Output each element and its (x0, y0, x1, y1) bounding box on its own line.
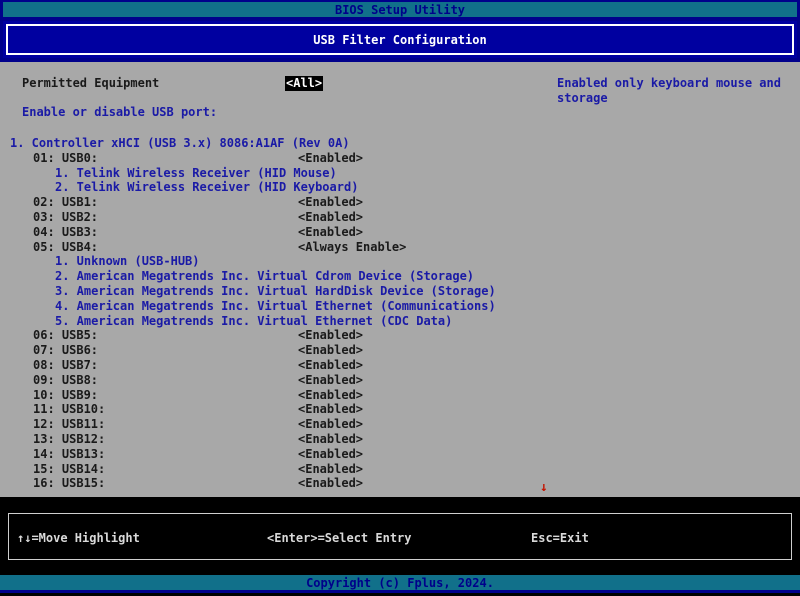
device-row: 1. Telink Wireless Receiver (HID Mouse) (0, 166, 800, 181)
device-row: 2. Telink Wireless Receiver (HID Keyboar… (0, 180, 800, 195)
app-title: BIOS Setup Utility (335, 3, 465, 17)
row-label: 3. American Megatrends Inc. Virtual Hard… (55, 284, 496, 299)
row-label: 1. Controller xHCI (USB 3.x) 8086:A1AF (… (10, 136, 350, 151)
app-title-bar: BIOS Setup Utility (3, 2, 797, 17)
row-label: 1. Unknown (USB-HUB) (55, 254, 200, 269)
controller-row: 1. Controller xHCI (USB 3.x) 8086:A1AF (… (0, 136, 800, 151)
copyright-text: Copyright (c) Fplus, 2024. (306, 576, 494, 590)
row-value[interactable]: <Enabled> (298, 388, 363, 403)
row-value[interactable]: <Enabled> (298, 210, 363, 225)
key-hints-bar: ↑↓=Move Highlight <Enter>=Select Entry E… (0, 497, 800, 575)
row-value[interactable]: <Enabled> (298, 462, 363, 477)
row-value[interactable]: <Enabled> (298, 447, 363, 462)
header: BIOS Setup Utility USB Filter Configurat… (0, 0, 800, 62)
scroll-down-arrow-icon[interactable]: ↓ (540, 481, 548, 494)
permitted-equipment-value[interactable]: <All> (285, 76, 323, 91)
row-value[interactable]: <Always Enable> (298, 240, 406, 255)
row-value[interactable]: <Enabled> (298, 476, 363, 491)
device-row: 4. American Megatrends Inc. Virtual Ethe… (0, 299, 800, 314)
row-label: 1. Telink Wireless Receiver (HID Mouse) (55, 166, 337, 181)
row-value[interactable]: <Enabled> (298, 151, 363, 166)
usb-port-row[interactable]: 11: USB10: <Enabled> (0, 402, 800, 417)
main-panel: Permitted Equipment <All> Enabled only k… (0, 62, 800, 497)
usb-port-row[interactable]: 16: USB15: <Enabled> (0, 476, 800, 491)
usb-port-row[interactable]: 06: USB5: <Enabled> (0, 328, 800, 343)
row-label: 4. American Megatrends Inc. Virtual Ethe… (55, 299, 496, 314)
row-label: 16: USB15: (33, 476, 105, 491)
usb-port-row[interactable]: 08: USB7: <Enabled> (0, 358, 800, 373)
row-label: 09: USB8: (33, 373, 98, 388)
row-value[interactable]: <Enabled> (298, 225, 363, 240)
row-label: 06: USB5: (33, 328, 98, 343)
row-label: 08: USB7: (33, 358, 98, 373)
device-row: 5. American Megatrends Inc. Virtual Ethe… (0, 314, 800, 329)
row-value[interactable]: <Enabled> (298, 432, 363, 447)
usb-port-row[interactable]: 09: USB8: <Enabled> (0, 373, 800, 388)
usb-port-row[interactable]: 10: USB9: <Enabled> (0, 388, 800, 403)
usb-port-row[interactable]: 02: USB1: <Enabled> (0, 195, 800, 210)
row-label: 5. American Megatrends Inc. Virtual Ethe… (55, 314, 452, 329)
usb-port-row[interactable]: 15: USB14: <Enabled> (0, 462, 800, 477)
usb-port-row[interactable]: 14: USB13: <Enabled> (0, 447, 800, 462)
row-label: 13: USB12: (33, 432, 105, 447)
row-value[interactable]: <Enabled> (298, 358, 363, 373)
usb-port-row[interactable]: 05: USB4: <Always Enable> (0, 240, 800, 255)
usb-port-row[interactable]: 13: USB12: <Enabled> (0, 432, 800, 447)
usb-port-row[interactable]: 04: USB3: <Enabled> (0, 225, 800, 240)
device-row: 3. American Megatrends Inc. Virtual Hard… (0, 284, 800, 299)
row-value[interactable]: <Enabled> (298, 417, 363, 432)
row-label: 10: USB9: (33, 388, 98, 403)
hint-exit: Esc=Exit (531, 531, 589, 545)
row-value[interactable]: <Enabled> (298, 328, 363, 343)
page-title-bar: USB Filter Configuration (3, 21, 797, 58)
row-label: 04: USB3: (33, 225, 98, 240)
row-value[interactable]: <Enabled> (298, 373, 363, 388)
device-row: 2. American Megatrends Inc. Virtual Cdro… (0, 269, 800, 284)
usb-port-row[interactable]: 03: USB2: <Enabled> (0, 210, 800, 225)
page-title-border: USB Filter Configuration (6, 24, 794, 55)
usb-port-row[interactable]: 12: USB11: <Enabled> (0, 417, 800, 432)
row-label: 14: USB13: (33, 447, 105, 462)
row-value[interactable]: <Enabled> (298, 402, 363, 417)
row-label: 15: USB14: (33, 462, 105, 477)
hint-move-highlight: ↑↓=Move Highlight (17, 531, 140, 545)
usb-port-list: 1. Controller xHCI (USB 3.x) 8086:A1AF (… (0, 136, 800, 491)
row-label: 03: USB2: (33, 210, 98, 225)
device-row: 1. Unknown (USB-HUB) (0, 254, 800, 269)
row-label: 05: USB4: (33, 240, 98, 255)
section-label: Enable or disable USB port: (22, 105, 217, 120)
copyright-bar: Copyright (c) Fplus, 2024. (0, 575, 800, 593)
page-title: USB Filter Configuration (313, 33, 486, 47)
row-label: 12: USB11: (33, 417, 105, 432)
usb-port-row[interactable]: 07: USB6: <Enabled> (0, 343, 800, 358)
usb-port-row[interactable]: 01: USB0: <Enabled> (0, 151, 800, 166)
item-help-text: Enabled only keyboard mouse and storage (557, 76, 793, 106)
row-label: 2. American Megatrends Inc. Virtual Cdro… (55, 269, 474, 284)
row-label: 2. Telink Wireless Receiver (HID Keyboar… (55, 180, 358, 195)
row-label: 07: USB6: (33, 343, 98, 358)
row-label: 02: USB1: (33, 195, 98, 210)
row-value[interactable]: <Enabled> (298, 195, 363, 210)
key-hints-box: ↑↓=Move Highlight <Enter>=Select Entry E… (8, 513, 792, 560)
hint-select-entry: <Enter>=Select Entry (267, 531, 412, 545)
row-value[interactable]: <Enabled> (298, 343, 363, 358)
row-label: 11: USB10: (33, 402, 105, 417)
permitted-equipment-label: Permitted Equipment (22, 76, 159, 91)
row-label: 01: USB0: (33, 151, 98, 166)
